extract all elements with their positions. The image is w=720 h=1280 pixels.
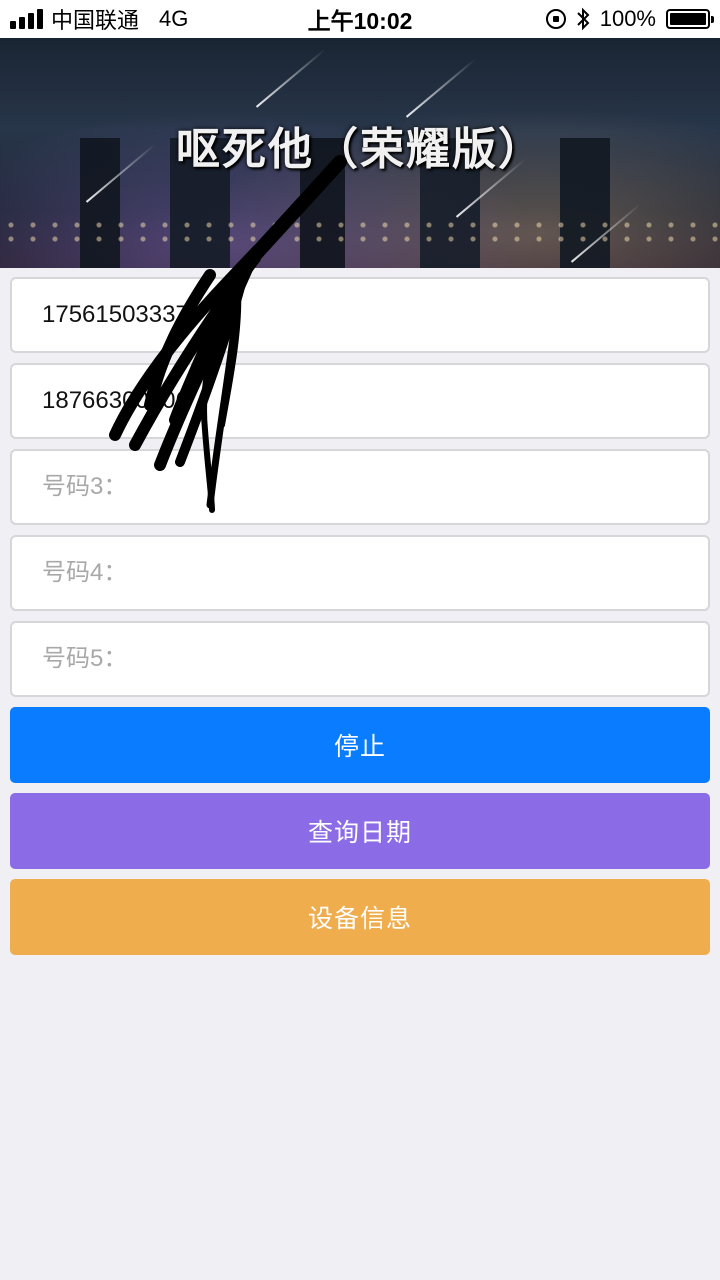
- header-banner: 呕死他（荣耀版）: [0, 38, 720, 268]
- phone-form: 停止 查询日期 设备信息: [10, 277, 710, 965]
- phone-field-2[interactable]: [10, 363, 710, 439]
- bluetooth-icon: [577, 7, 590, 31]
- phone-input-2[interactable]: [42, 387, 678, 415]
- phone-input-4[interactable]: [42, 559, 678, 587]
- query-date-button-label: 查询日期: [307, 819, 412, 847]
- battery-icon: [666, 9, 714, 29]
- rotation-lock-icon: [545, 9, 566, 29]
- phone-input-1[interactable]: [42, 301, 678, 329]
- phone-input-3[interactable]: [42, 473, 678, 501]
- banner-title: 呕死他（荣耀版）: [176, 125, 544, 174]
- phone-field-5[interactable]: [10, 621, 710, 697]
- battery-percent: 100%: [599, 6, 656, 31]
- status-right: 100%: [545, 0, 714, 38]
- city-lights: [0, 218, 720, 248]
- stop-button-label: 停止: [333, 733, 386, 761]
- query-date-button[interactable]: 查询日期: [10, 793, 710, 869]
- rain-streak: [255, 48, 327, 108]
- phone-field-1[interactable]: [10, 277, 710, 353]
- rain-streak: [405, 58, 477, 118]
- phone-field-3[interactable]: [10, 449, 710, 525]
- device-info-button-label: 设备信息: [307, 905, 412, 933]
- phone-input-5[interactable]: [42, 645, 678, 673]
- status-bar: 中国联通 4G 上午10:02 100%: [0, 0, 720, 38]
- stop-button[interactable]: 停止: [10, 707, 710, 783]
- device-info-button[interactable]: 设备信息: [10, 879, 710, 955]
- phone-field-4[interactable]: [10, 535, 710, 611]
